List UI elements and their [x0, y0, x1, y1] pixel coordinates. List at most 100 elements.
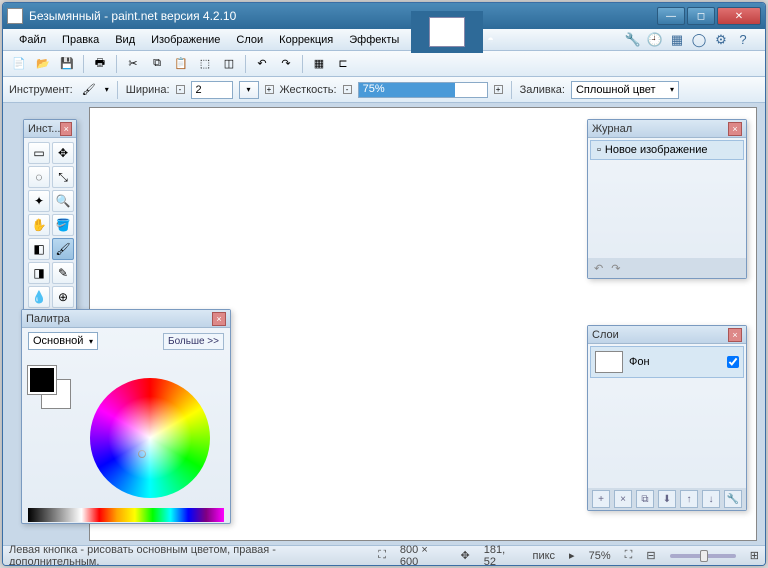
- tool-move[interactable]: ✥: [52, 142, 74, 164]
- zoom-in-icon[interactable]: ⊞: [750, 549, 759, 562]
- new-file-icon[interactable]: 📄: [9, 54, 29, 74]
- menu-layers[interactable]: Слои: [228, 31, 271, 49]
- tool-move-sel[interactable]: ⤡: [52, 166, 74, 188]
- status-pos: 181, 52: [484, 544, 519, 567]
- layer-visible-checkbox[interactable]: [727, 356, 739, 368]
- current-tool-icon[interactable]: 🖌: [79, 80, 99, 100]
- statusbar: Левая кнопка - рисовать основным цветом,…: [3, 545, 765, 565]
- help-icon[interactable]: ?: [735, 32, 751, 48]
- hardness-slider[interactable]: 75%: [358, 82, 488, 98]
- layer-add-icon[interactable]: +: [592, 490, 610, 508]
- tool-pan[interactable]: ✋: [28, 214, 50, 236]
- primary-color-swatch[interactable]: [28, 366, 56, 394]
- color-wheel[interactable]: [90, 378, 210, 498]
- color-swatches[interactable]: [28, 366, 72, 410]
- copy-icon[interactable]: ⧉: [147, 54, 167, 74]
- resize-icon: ⛶: [378, 549, 386, 562]
- layer-delete-icon[interactable]: ×: [614, 490, 632, 508]
- tool-lasso[interactable]: ◌: [28, 166, 50, 188]
- history-title: Журнал: [592, 123, 632, 135]
- tool-rect-select[interactable]: ▭: [28, 142, 50, 164]
- palette-panel: Палитра × Основной▾ Больше >>: [21, 309, 231, 524]
- paste-icon[interactable]: 📋: [171, 54, 191, 74]
- menu-effects[interactable]: Эффекты: [341, 31, 407, 49]
- fit-icon[interactable]: ⛶: [625, 549, 633, 562]
- layer-row[interactable]: Фон: [590, 346, 744, 378]
- tools-close-icon[interactable]: ×: [60, 122, 72, 136]
- maximize-button[interactable]: ◻: [687, 7, 715, 25]
- width-input[interactable]: [191, 81, 233, 99]
- thumb-toggle-icon[interactable]: ◓: [487, 34, 494, 46]
- tool-pencil[interactable]: ✎: [52, 262, 74, 284]
- hardness-plus-icon[interactable]: +: [494, 85, 503, 94]
- minimize-button[interactable]: —: [657, 7, 685, 25]
- layer-merge-icon[interactable]: ⬇: [658, 490, 676, 508]
- layer-props-icon[interactable]: 🔧: [724, 490, 742, 508]
- redo-hist-icon[interactable]: ↷: [611, 262, 620, 275]
- undo-icon[interactable]: ↶: [252, 54, 272, 74]
- close-button[interactable]: ✕: [717, 7, 761, 25]
- app-icon: [7, 8, 23, 24]
- tool-label: Инструмент:: [9, 84, 73, 96]
- history-close-icon[interactable]: ×: [728, 122, 742, 136]
- fill-select[interactable]: Сплошной цвет▾: [571, 81, 679, 99]
- width-label: Ширина:: [126, 84, 170, 96]
- save-file-icon[interactable]: 💾: [57, 54, 77, 74]
- palette-mode-select[interactable]: Основной▾: [28, 332, 98, 350]
- tool-zoom[interactable]: 🔍: [52, 190, 74, 212]
- menu-adjust[interactable]: Коррекция: [271, 31, 341, 49]
- redo-icon[interactable]: ↷: [276, 54, 296, 74]
- undo-hist-icon[interactable]: ↶: [594, 262, 603, 275]
- palette-close-icon[interactable]: ×: [212, 312, 226, 326]
- cut-icon[interactable]: ✂: [123, 54, 143, 74]
- layer-dup-icon[interactable]: ⧉: [636, 490, 654, 508]
- width-minus-icon[interactable]: -: [176, 85, 185, 94]
- zoom-slider[interactable]: [670, 554, 736, 558]
- status-hint: Левая кнопка - рисовать основным цветом,…: [9, 544, 350, 567]
- tool-wand[interactable]: ✦: [28, 190, 50, 212]
- status-unit[interactable]: пикс: [533, 550, 556, 562]
- layer-thumb: [595, 351, 623, 373]
- tool-clone[interactable]: ⊕: [52, 286, 74, 308]
- open-file-icon[interactable]: 📂: [33, 54, 53, 74]
- hardness-minus-icon[interactable]: -: [343, 85, 352, 94]
- menu-image[interactable]: Изображение: [143, 31, 228, 49]
- status-zoom: 75%: [589, 550, 611, 562]
- tools-panel: Инст...× ▭ ✥ ◌ ⤡ ✦ 🔍 ✋ 🪣 ◧ 🖌 ◨ ✎ 💧 ⊕: [23, 119, 77, 319]
- palette-title: Палитра: [26, 313, 70, 325]
- history-item[interactable]: ▫Новое изображение: [590, 140, 744, 160]
- layer-down-icon[interactable]: ↓: [702, 490, 720, 508]
- document-thumbnail[interactable]: [411, 11, 483, 53]
- tool-gradient[interactable]: ◧: [28, 238, 50, 260]
- menu-view[interactable]: Вид: [107, 31, 143, 49]
- settings-icon[interactable]: ⚙: [713, 32, 729, 48]
- tool-fill[interactable]: 🪣: [52, 214, 74, 236]
- tool-brush[interactable]: 🖌: [52, 238, 74, 260]
- layer-up-icon[interactable]: ↑: [680, 490, 698, 508]
- tool-eraser[interactable]: ◨: [28, 262, 50, 284]
- layers-close-icon[interactable]: ×: [728, 328, 742, 342]
- layers-panel: Слои× Фон + × ⧉ ⬇ ↑ ↓ 🔧: [587, 325, 747, 511]
- width-plus-icon[interactable]: +: [265, 85, 274, 94]
- color-strip[interactable]: [28, 508, 224, 522]
- palette-more-button[interactable]: Больше >>: [163, 333, 224, 350]
- layers-window-icon[interactable]: ▦: [669, 32, 685, 48]
- tool-picker[interactable]: 💧: [28, 286, 50, 308]
- color-picker-dot[interactable]: [138, 450, 146, 458]
- colors-window-icon[interactable]: ◯: [691, 32, 707, 48]
- ruler-icon[interactable]: ⊏: [333, 54, 353, 74]
- menubar: Файл Правка Вид Изображение Слои Коррекц…: [3, 29, 765, 51]
- deselect-icon[interactable]: ◫: [219, 54, 239, 74]
- print-icon[interactable]: 🖶: [90, 54, 110, 74]
- app-window: Безымянный - paint.net версия 4.2.10 — ◻…: [2, 2, 766, 566]
- crop-icon[interactable]: ⬚: [195, 54, 215, 74]
- menu-file[interactable]: Файл: [11, 31, 54, 49]
- width-dropdown[interactable]: ▾: [239, 81, 259, 99]
- tools-window-icon[interactable]: 🔧: [625, 32, 641, 48]
- grid-icon[interactable]: ▦: [309, 54, 329, 74]
- history-window-icon[interactable]: 🕘: [647, 32, 663, 48]
- zoom-out-icon[interactable]: ⊟: [646, 549, 655, 562]
- menu-edit[interactable]: Правка: [54, 31, 107, 49]
- tool-dropdown-icon[interactable]: ▾: [105, 85, 109, 94]
- hardness-value: 75%: [359, 83, 385, 95]
